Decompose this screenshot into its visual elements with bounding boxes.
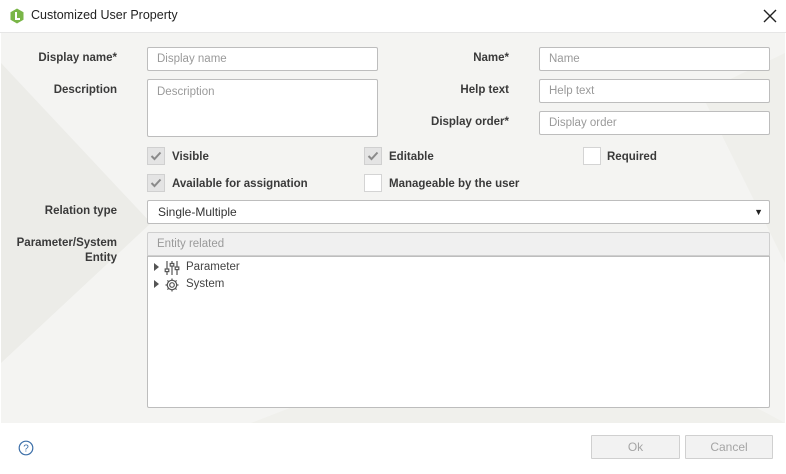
entity-label-line1: Parameter/System xyxy=(16,237,117,249)
manageable-by-user-label: Manageable by the user xyxy=(389,178,520,190)
checkmark-icon xyxy=(150,178,162,188)
name-input[interactable]: Name xyxy=(539,47,770,71)
tree-item-label: Parameter xyxy=(186,261,240,273)
relation-type-select[interactable]: Single-Multiple ▼ xyxy=(147,200,770,224)
title-bar: Customized User Property xyxy=(0,0,786,33)
required-label: Required xyxy=(607,151,657,163)
checkmark-icon xyxy=(367,151,379,161)
entity-search-input: Entity related xyxy=(147,232,770,256)
expand-arrow-icon[interactable] xyxy=(154,280,159,288)
dialog-footer: ? Ok Cancel xyxy=(0,424,786,474)
display-order-label: Display order* xyxy=(431,116,509,128)
required-checkbox[interactable] xyxy=(583,147,601,165)
sliders-icon xyxy=(164,261,180,275)
app-logo-icon xyxy=(10,8,24,24)
available-for-assignation-label: Available for assignation xyxy=(172,178,308,190)
dialog-body: Display name* Display name Name* Name De… xyxy=(1,33,785,423)
expand-arrow-icon[interactable] xyxy=(154,263,159,271)
ok-button[interactable]: Ok xyxy=(591,435,680,459)
tree-item-label: System xyxy=(186,278,225,290)
entity-label-line2: Entity xyxy=(85,252,117,264)
window-title: Customized User Property xyxy=(31,8,178,22)
editable-label: Editable xyxy=(389,151,434,163)
help-text-input[interactable]: Help text xyxy=(539,79,770,103)
svg-text:?: ? xyxy=(23,444,29,455)
visible-checkbox[interactable] xyxy=(147,147,165,165)
display-name-input[interactable]: Display name xyxy=(147,47,378,71)
manageable-by-user-checkbox[interactable] xyxy=(364,174,382,192)
relation-type-label: Relation type xyxy=(44,205,117,217)
editable-checkbox[interactable] xyxy=(364,147,382,165)
close-icon[interactable] xyxy=(758,4,782,28)
display-order-input[interactable]: Display order xyxy=(539,111,770,135)
display-name-label: Display name* xyxy=(38,52,117,64)
help-text-label: Help text xyxy=(460,84,509,96)
visible-label: Visible xyxy=(172,151,209,163)
name-label: Name* xyxy=(473,52,509,64)
description-label: Description xyxy=(53,84,117,96)
description-textarea[interactable]: Description xyxy=(147,79,378,137)
entity-tree[interactable]: Parameter System xyxy=(147,256,770,408)
entity-label: Parameter/System Entity xyxy=(11,236,117,266)
cancel-button[interactable]: Cancel xyxy=(685,435,773,459)
gear-icon xyxy=(165,278,179,292)
checkmark-icon xyxy=(150,151,162,161)
available-for-assignation-checkbox[interactable] xyxy=(147,174,165,192)
relation-type-value: Single-Multiple xyxy=(158,205,237,219)
help-icon[interactable]: ? xyxy=(18,440,34,456)
dropdown-arrow-icon: ▼ xyxy=(754,207,763,217)
